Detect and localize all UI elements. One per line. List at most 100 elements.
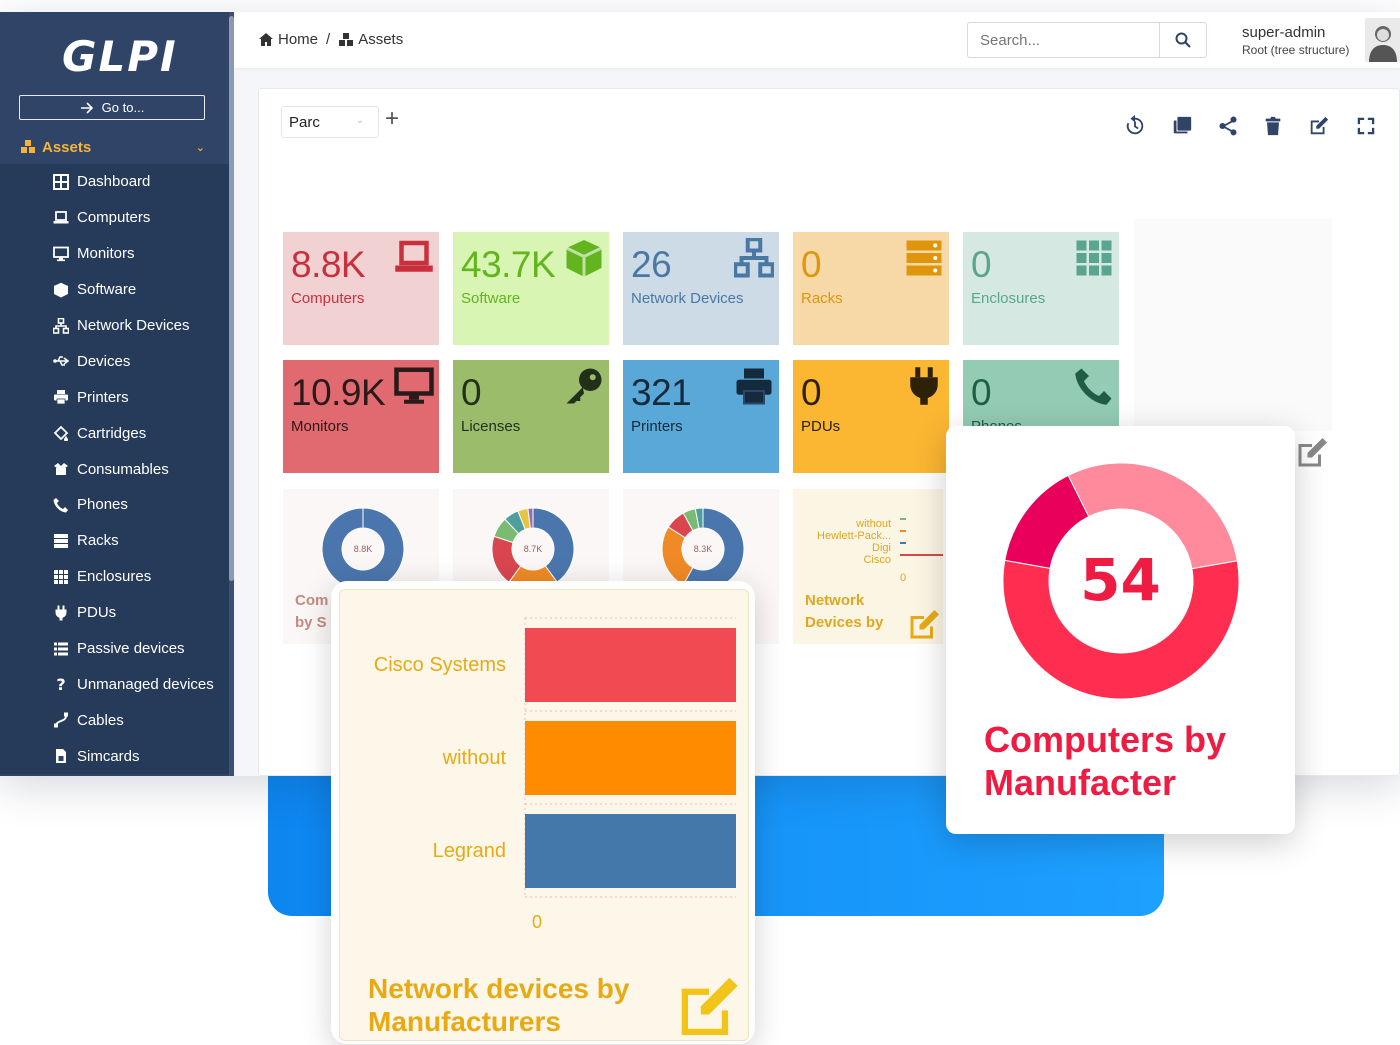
sidebar-item-dashboard[interactable]: Dashboard <box>0 164 229 200</box>
assets-section-label: Assets <box>42 138 92 156</box>
search-input[interactable] <box>968 23 1159 57</box>
dashboard-select[interactable]: Parc ⌄ <box>281 106 379 138</box>
bar-category-label: Cisco Systems <box>373 654 506 676</box>
mini-donut-2-slice-1[interactable] <box>661 526 694 586</box>
mini-label-line1: Network <box>805 592 865 609</box>
sidebar-item-label: Phones <box>77 496 128 514</box>
boxes-icon <box>21 140 35 153</box>
history-button[interactable] <box>1123 114 1147 138</box>
mini-widget-network[interactable]: without Hewlett-Pack... Digi Cisco 0 Network… <box>793 489 943 644</box>
tile-value: 0 <box>801 372 822 413</box>
tile-licenses[interactable]: 0 Licenses <box>453 360 609 473</box>
tile-software[interactable]: 43.7K Software <box>453 232 609 345</box>
goto-button[interactable]: Go to... <box>19 95 205 120</box>
global-search <box>967 22 1207 58</box>
tile-value: 0 <box>801 244 822 285</box>
bar-chart-edit-button[interactable] <box>676 975 742 1035</box>
menu-icon-wrap <box>52 388 70 406</box>
sidebar-item-label: Racks <box>77 532 119 550</box>
tile-label: Network Devices <box>631 290 744 307</box>
tile-pdus[interactable]: 0 PDUs <box>793 360 949 473</box>
sidebar-scroll-thumb[interactable] <box>229 16 234 581</box>
network-devices-chart-card[interactable]: Cisco Systems without Legrand 0 Network de… <box>331 581 755 1044</box>
mini-edit-button[interactable] <box>905 607 943 643</box>
tile-network-devices[interactable]: 26 Network Devices <box>623 232 779 345</box>
sidebar-item-label: Cables <box>77 711 124 729</box>
sidebar-item-consumables[interactable]: Consumables <box>0 451 229 487</box>
sidebar-item-label: Printers <box>77 388 129 406</box>
breadcrumb-home[interactable]: Home <box>258 31 318 48</box>
bar-legrand[interactable] <box>525 814 736 888</box>
breadcrumb-home-label: Home <box>278 31 319 48</box>
bar-cisco-systems[interactable] <box>525 628 736 702</box>
dashboard-icon <box>53 173 69 190</box>
sidebar-item-devices[interactable]: Devices <box>0 343 229 379</box>
sidebar-item-phones[interactable]: Phones <box>0 487 229 523</box>
plug-icon <box>910 367 938 405</box>
assets-section-header[interactable]: Assets ⌄ <box>0 130 229 164</box>
sidebar-item-racks[interactable]: Racks <box>0 523 229 559</box>
avatar[interactable] <box>1365 18 1400 62</box>
search-icon <box>1175 32 1191 48</box>
sidebar-item-cartridges[interactable]: Cartridges <box>0 415 229 451</box>
tile-icon-wrap <box>394 366 434 406</box>
grid-icon <box>1076 240 1112 276</box>
user-info[interactable]: super-admin Root (tree structure) <box>1242 24 1349 57</box>
bar-without[interactable] <box>525 721 736 795</box>
glpi-logo[interactable]: GLPI <box>62 32 178 81</box>
sidebar-item-computers[interactable]: Computers <box>0 200 229 236</box>
tile-enclosures[interactable]: 0 Enclosures <box>963 232 1119 345</box>
breadcrumb-assets-label: Assets <box>358 31 404 48</box>
sidebar-item-label: Monitors <box>77 245 135 263</box>
sidebar-item-software[interactable]: Software <box>0 272 229 308</box>
edit-icon <box>1310 116 1329 135</box>
expand-icon <box>1357 117 1375 135</box>
computers-by-manufacturer-card[interactable]: 54 Computers by Manufacter <box>946 426 1295 834</box>
mini-donut-total: 8.8K <box>354 544 373 554</box>
key-icon <box>566 368 602 404</box>
sidebar-item-unmanaged-devices[interactable]: ? Unmanaged devices <box>0 666 229 702</box>
dashboard-select-value: Parc <box>289 113 320 131</box>
menu-icon-wrap <box>52 424 70 442</box>
sidebar-item-network-devices[interactable]: Network Devices <box>0 308 229 344</box>
mini-bar <box>900 530 906 532</box>
sidebar-item-cables[interactable]: Cables <box>0 702 229 738</box>
sidebar-item-label: Simcards <box>77 747 140 765</box>
sidebar-item-passive-devices[interactable]: Passive devices <box>0 631 229 667</box>
sidebar-scrollbar[interactable] <box>229 12 234 776</box>
phone-icon <box>1075 368 1112 405</box>
delete-button[interactable] <box>1261 114 1285 138</box>
server-icon <box>906 240 942 276</box>
clone-button[interactable] <box>1170 114 1194 138</box>
mini-bar-category: Digi <box>872 542 891 554</box>
search-button[interactable] <box>1159 23 1206 57</box>
fullscreen-button[interactable] <box>1354 114 1378 138</box>
fill-drip-icon <box>53 425 69 442</box>
menu-icon-wrap: ? <box>52 675 70 693</box>
breadcrumb-assets[interactable]: Assets <box>338 31 403 48</box>
share-button[interactable] <box>1216 114 1240 138</box>
sidebar-item-enclosures[interactable]: Enclosures <box>0 559 229 595</box>
edit-button[interactable] <box>1307 114 1331 138</box>
user-name: super-admin <box>1242 24 1326 41</box>
menu-icon-wrap <box>52 245 70 263</box>
sidebar-item-monitors[interactable]: Monitors <box>0 236 229 272</box>
tile-computers[interactable]: 8.8K Computers <box>283 232 439 345</box>
tile-label: Racks <box>801 290 843 307</box>
tile-printers[interactable]: 321 Printers <box>623 360 779 473</box>
mini-bar <box>900 554 943 556</box>
tile-racks[interactable]: 0 Racks <box>793 232 949 345</box>
mini-bar <box>900 518 906 520</box>
sidebar-item-printers[interactable]: Printers <box>0 379 229 415</box>
sidebar-item-pdus[interactable]: PDUs <box>0 595 229 631</box>
widget-edit-button[interactable] <box>1293 435 1331 471</box>
printer-icon <box>736 368 772 405</box>
sidebar-item-simcards[interactable]: Simcards <box>0 738 229 774</box>
boxes-icon <box>339 33 354 46</box>
svg-text:?: ? <box>56 676 65 692</box>
bar-axis-zero: 0 <box>532 912 543 932</box>
chevron-down-icon: ⌄ <box>355 115 364 126</box>
tile-monitors[interactable]: 10.9K Monitors <box>283 360 439 473</box>
add-dashboard-button[interactable]: + <box>385 107 399 131</box>
tile-icon-wrap <box>1074 366 1114 406</box>
